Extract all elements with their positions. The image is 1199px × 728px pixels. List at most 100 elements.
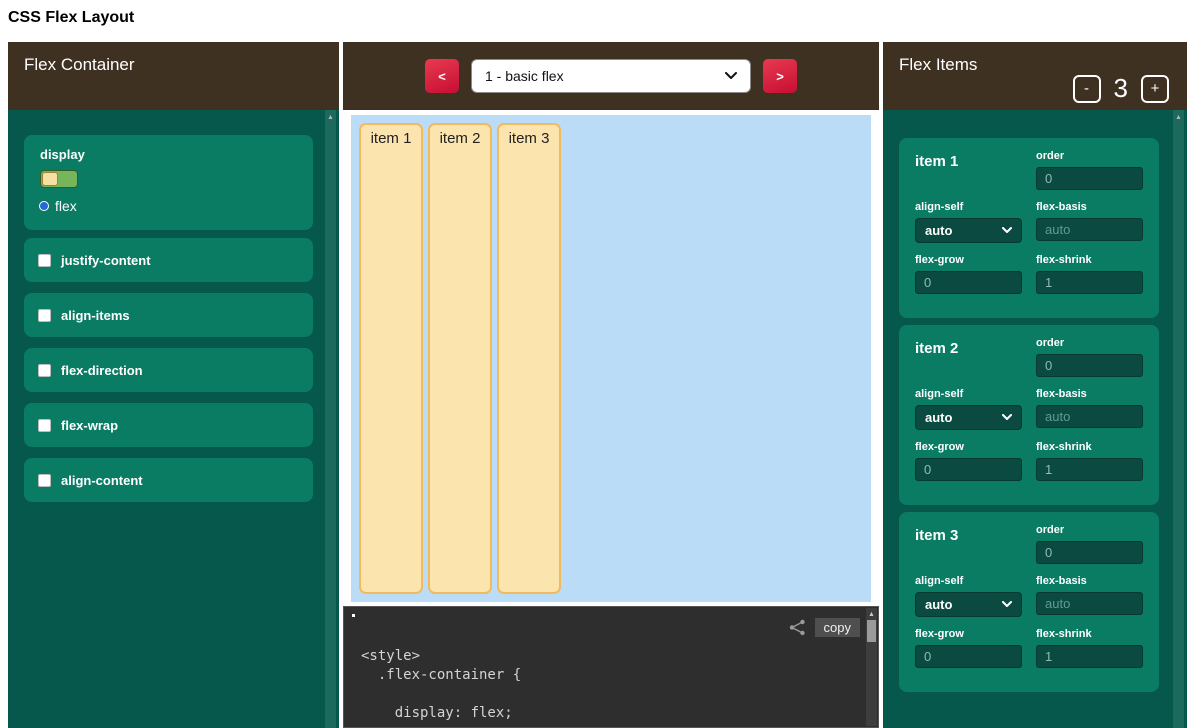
flex-container-header: Flex Container	[8, 42, 339, 110]
item-3-flex-grow-input[interactable]	[915, 645, 1022, 668]
align-items-label: align-items	[61, 308, 130, 323]
flex-shrink-label: flex-shrink	[1036, 254, 1143, 266]
flex-items-body: ▲ item 1 order align-self auto flex-	[883, 110, 1187, 728]
toggle-knob-icon	[42, 172, 58, 186]
scroll-up-icon[interactable]: ▲	[1173, 110, 1184, 121]
left-panel-scrollbar[interactable]: ▲	[325, 110, 336, 728]
justify-content-label: justify-content	[61, 253, 151, 268]
copy-button[interactable]: copy	[815, 618, 860, 637]
flex-container-body: ▲ display flex justify-content align-ite…	[8, 110, 339, 728]
flex-wrap-label: flex-wrap	[61, 418, 118, 433]
item-3-order-input[interactable]	[1036, 541, 1143, 564]
item-1-name: item 1	[915, 150, 1022, 190]
preview-panel: < 1 - basic flex > item 1 item 2 item 3 …	[343, 42, 879, 728]
preview-item-2: item 2	[428, 123, 492, 594]
flex-direction-label: flex-direction	[61, 363, 143, 378]
item-count: 3	[1114, 73, 1128, 104]
flex-items-panel: Flex Items - 3 + ▲ item 1 order align-se…	[883, 42, 1187, 728]
flex-radio-label: flex	[55, 198, 77, 214]
display-label: display	[40, 147, 297, 162]
flex-grow-label: flex-grow	[915, 628, 1022, 640]
preset-select-value: 1 - basic flex	[485, 68, 564, 84]
flex-basis-label: flex-basis	[1036, 201, 1143, 213]
flex-shrink-label: flex-shrink	[1036, 628, 1143, 640]
flex-container-title: Flex Container	[24, 55, 135, 75]
item-1-flex-shrink-input[interactable]	[1036, 271, 1143, 294]
item-1-order-input[interactable]	[1036, 167, 1143, 190]
flex-container-panel: Flex Container ▲ display flex justify-co…	[8, 42, 339, 728]
display-toggle[interactable]	[40, 170, 78, 188]
add-item-button[interactable]: +	[1141, 75, 1169, 103]
code-scrollbar[interactable]: ▲	[866, 608, 877, 726]
item-3-name: item 3	[915, 524, 1022, 564]
item-count-controls: - 3 +	[1073, 73, 1169, 104]
order-label: order	[1036, 337, 1143, 349]
code-caret-dot	[352, 614, 355, 617]
align-self-value: auto	[925, 410, 952, 425]
flex-wrap-checkbox[interactable]	[38, 419, 51, 432]
align-self-label: align-self	[915, 575, 1022, 587]
align-content-checkbox[interactable]	[38, 474, 51, 487]
item-2-align-self-select[interactable]: auto	[915, 405, 1022, 430]
remove-item-button[interactable]: -	[1073, 75, 1101, 103]
flex-grow-label: flex-grow	[915, 254, 1022, 266]
justify-content-checkbox[interactable]	[38, 254, 51, 267]
scroll-up-icon[interactable]: ▲	[325, 110, 336, 121]
code-block: <style> .flex-container { display: flex;…	[343, 606, 879, 728]
align-self-label: align-self	[915, 201, 1022, 213]
code-toolbar: copy	[789, 618, 860, 637]
chevron-down-icon	[1002, 601, 1012, 608]
item-3-flex-basis-input[interactable]	[1036, 592, 1143, 615]
preview-item-3: item 3	[497, 123, 561, 594]
item-2-name: item 2	[915, 337, 1022, 377]
item-1-align-self-select[interactable]: auto	[915, 218, 1022, 243]
chevron-down-icon	[1002, 227, 1012, 234]
right-panel-scrollbar[interactable]: ▲	[1173, 110, 1184, 728]
item-2-flex-grow-input[interactable]	[915, 458, 1022, 481]
item-1-flex-grow-input[interactable]	[915, 271, 1022, 294]
align-self-label: align-self	[915, 388, 1022, 400]
item-1-flex-basis-input[interactable]	[1036, 218, 1143, 241]
flex-items-header: Flex Items - 3 +	[883, 42, 1187, 110]
align-self-value: auto	[925, 223, 952, 238]
prev-preset-button[interactable]: <	[425, 59, 459, 93]
chevron-down-icon	[725, 72, 737, 80]
preview-item-1: item 1	[359, 123, 423, 594]
chevron-down-icon	[1002, 414, 1012, 421]
order-label: order	[1036, 524, 1143, 536]
item-3-card: item 3 order align-self auto flex-basis	[899, 512, 1159, 692]
order-label: order	[1036, 150, 1143, 162]
prop-card-flex-wrap[interactable]: flex-wrap	[24, 403, 313, 447]
item-2-order-input[interactable]	[1036, 354, 1143, 377]
item-2-card: item 2 order align-self auto flex-basis	[899, 325, 1159, 505]
item-3-align-self-select[interactable]: auto	[915, 592, 1022, 617]
flex-container-preview: item 1 item 2 item 3	[351, 115, 871, 602]
next-preset-button[interactable]: >	[763, 59, 797, 93]
flex-basis-label: flex-basis	[1036, 575, 1143, 587]
flex-grow-label: flex-grow	[915, 441, 1022, 453]
flex-radio[interactable]	[40, 202, 48, 210]
flex-direction-checkbox[interactable]	[38, 364, 51, 377]
item-2-flex-shrink-input[interactable]	[1036, 458, 1143, 481]
item-3-flex-shrink-input[interactable]	[1036, 645, 1143, 668]
align-items-checkbox[interactable]	[38, 309, 51, 322]
item-1-card: item 1 order align-self auto flex-basis	[899, 138, 1159, 318]
display-card: display flex	[24, 135, 313, 230]
prop-card-align-content[interactable]: align-content	[24, 458, 313, 502]
page-title: CSS Flex Layout	[8, 9, 134, 27]
display-radio-row: flex	[40, 198, 297, 214]
code-scroll-up-icon[interactable]: ▲	[866, 608, 877, 618]
code-scroll-thumb[interactable]	[867, 620, 876, 642]
preview-section: item 1 item 2 item 3	[343, 110, 879, 604]
flex-basis-label: flex-basis	[1036, 388, 1143, 400]
prop-card-align-items[interactable]: align-items	[24, 293, 313, 337]
share-icon[interactable]	[789, 619, 806, 636]
item-2-flex-basis-input[interactable]	[1036, 405, 1143, 428]
prop-card-justify-content[interactable]: justify-content	[24, 238, 313, 282]
preset-select[interactable]: 1 - basic flex	[471, 59, 751, 93]
align-content-label: align-content	[61, 473, 143, 488]
prop-card-flex-direction[interactable]: flex-direction	[24, 348, 313, 392]
flex-shrink-label: flex-shrink	[1036, 441, 1143, 453]
preset-header: < 1 - basic flex >	[343, 42, 879, 110]
flex-items-title: Flex Items	[899, 55, 977, 75]
